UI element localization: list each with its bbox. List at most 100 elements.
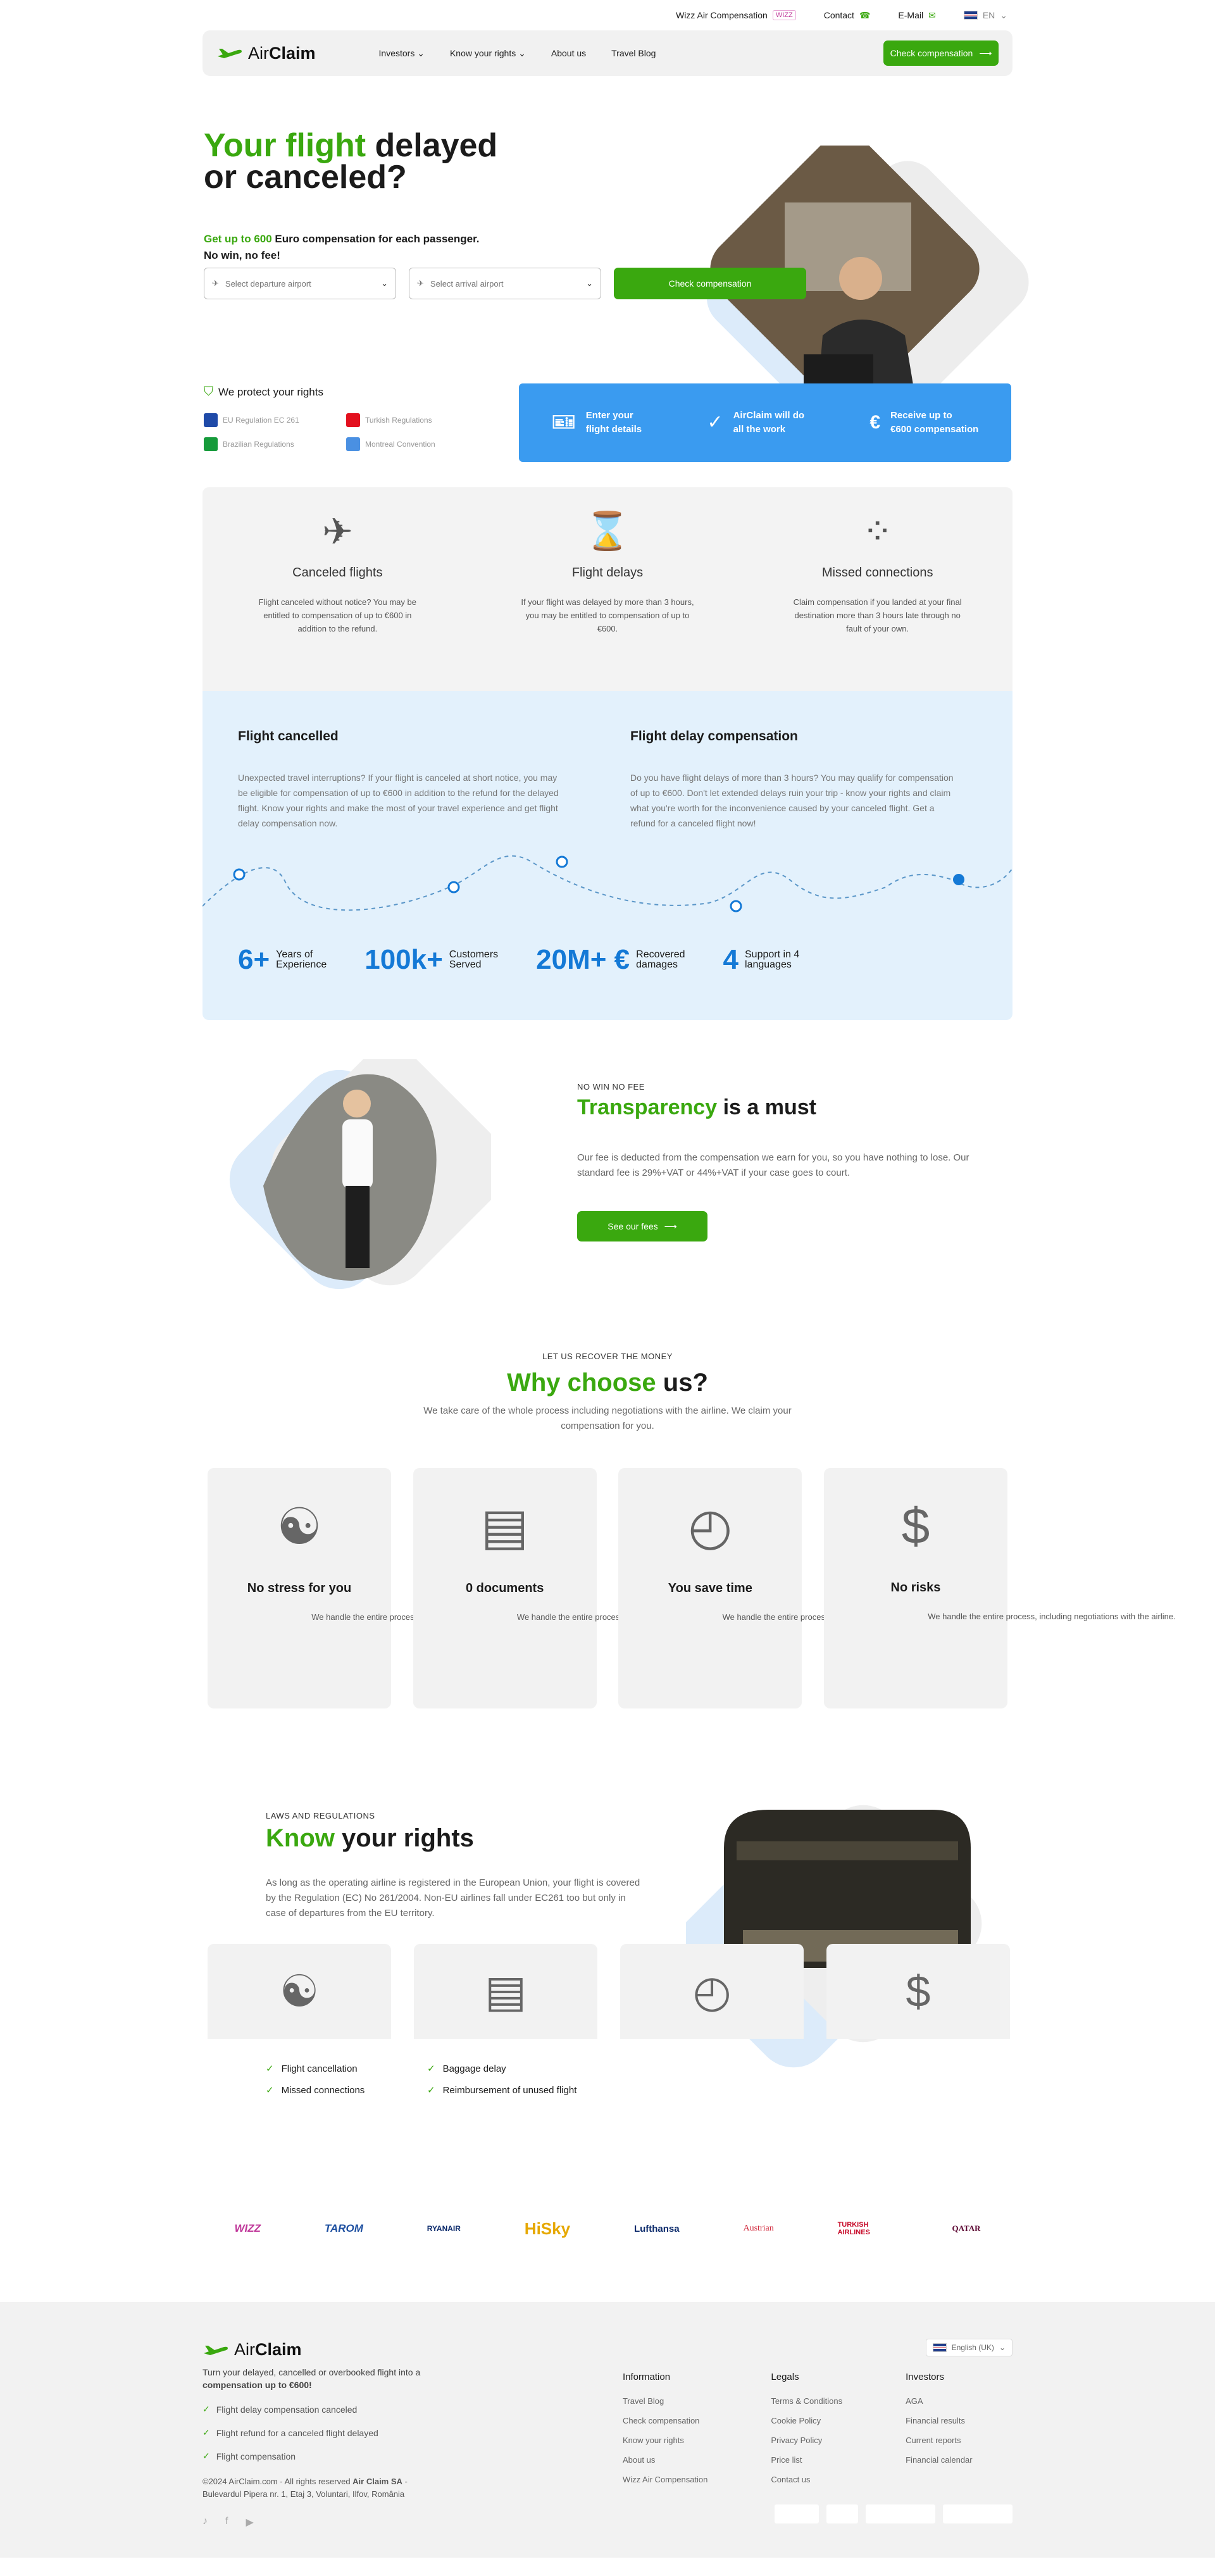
case-text: If your flight was delayed by more than … bbox=[521, 597, 694, 633]
footer-check: ✓ Flight delay compensation canceled bbox=[202, 2404, 443, 2415]
case-canceled: ✈ Canceled flights Flight canceled without… bbox=[249, 510, 426, 691]
flight-path-decoration bbox=[202, 855, 1012, 912]
footer-check: ✓ Flight refund for a canceled flight del… bbox=[202, 2427, 443, 2438]
footer-logo[interactable]: Air Claim bbox=[202, 2340, 443, 2360]
case-text: Claim compensation if you landed at your… bbox=[793, 597, 962, 633]
footer-link[interactable]: AGA bbox=[906, 2396, 973, 2406]
check-circle-icon: ✓ bbox=[427, 2063, 435, 2074]
uk-flag-icon bbox=[932, 2343, 947, 2352]
stat-label2: Experience bbox=[276, 959, 327, 970]
stat-value: 100k+ bbox=[364, 944, 443, 975]
euro-bills-icon: € bbox=[869, 412, 881, 433]
laws-title-green: Know bbox=[266, 1824, 335, 1852]
uk-flag-icon bbox=[963, 11, 978, 20]
steps-banner: 🎫︎ Enter your flight details ✓ AirClaim wil… bbox=[519, 383, 1011, 462]
nav-travel-blog[interactable]: Travel Blog bbox=[611, 48, 656, 59]
documents-icon: ▤ bbox=[414, 1944, 597, 2039]
footer-link[interactable]: Financial results bbox=[906, 2416, 973, 2425]
reg-brazil[interactable]: Brazilian Regulations bbox=[204, 437, 346, 451]
footer-link[interactable]: Terms & Conditions bbox=[771, 2396, 842, 2406]
youtube-icon[interactable]: ▶ bbox=[246, 2516, 253, 2529]
case-title: Canceled flights bbox=[292, 566, 383, 580]
nav-about-us[interactable]: About us bbox=[551, 48, 586, 59]
card-title: No stress for you bbox=[247, 1581, 352, 1595]
step3-line1: Receive up to bbox=[890, 410, 952, 421]
card-title: 0 documents bbox=[465, 1581, 544, 1595]
facebook-icon[interactable]: f bbox=[225, 2516, 228, 2529]
footer-link[interactable]: Financial calendar bbox=[906, 2455, 973, 2465]
check-circle-icon: ✓ bbox=[266, 2063, 274, 2074]
footer-link[interactable]: Travel Blog bbox=[623, 2396, 707, 2406]
step-3: € Receive up to €600 compensation bbox=[869, 409, 978, 437]
logo[interactable]: Air Claim bbox=[216, 44, 316, 63]
reg-eu[interactable]: EU Regulation EC 261 bbox=[204, 413, 346, 427]
nav-check-compensation-button[interactable]: Check compensation ⟶ bbox=[883, 40, 999, 66]
footer-link[interactable]: Know your rights bbox=[623, 2436, 707, 2445]
dollar-warning-icon: $ bbox=[826, 1944, 1010, 2039]
case-delays: ⌛ Flight delays If your flight was delayed… bbox=[519, 510, 696, 691]
contact-link[interactable]: Contact ☎ bbox=[824, 10, 871, 21]
nav-investors[interactable]: Investors ⌄ bbox=[379, 48, 425, 59]
nav-investors-label: Investors bbox=[378, 47, 415, 58]
woman-traveler-image bbox=[229, 1059, 491, 1290]
stat-value: 6+ bbox=[238, 944, 270, 975]
contact-label: Contact bbox=[823, 10, 854, 20]
ryanair-logo[interactable]: RYANAIR bbox=[427, 2224, 461, 2233]
footer-link[interactable]: About us bbox=[623, 2455, 707, 2465]
logo-air-text: Air bbox=[234, 2340, 255, 2359]
reg-eu-label: EU Regulation EC 261 bbox=[223, 416, 299, 425]
card-title: No risks bbox=[890, 1581, 941, 1595]
email-link[interactable]: E-Mail ✉ bbox=[898, 10, 935, 21]
check-circle-icon: ✓ bbox=[707, 412, 723, 433]
footer-link[interactable]: Price list bbox=[771, 2455, 842, 2465]
footer-link[interactable]: Wizz Air Compensation bbox=[623, 2475, 707, 2484]
stat-label2: Served bbox=[449, 959, 482, 970]
tarom-logo[interactable]: TAROM bbox=[325, 2222, 363, 2235]
cancelled-text: Unexpected travel interruptions? If your… bbox=[238, 773, 559, 828]
language-select[interactable]: EN ⌄ bbox=[963, 10, 1007, 21]
footer-link[interactable]: Privacy Policy bbox=[771, 2436, 842, 2445]
why-title: Why choose us? bbox=[202, 1369, 1012, 1397]
lufthansa-logo[interactable]: Lufthansa bbox=[634, 2224, 680, 2234]
departure-placeholder: Select departure airport bbox=[225, 278, 311, 289]
ticket-icon: 🎫︎ bbox=[551, 412, 576, 433]
nav-know-your-rights[interactable]: Know your rights ⌄ bbox=[450, 48, 526, 59]
reg-turkey[interactable]: Turkish Regulations bbox=[346, 413, 470, 427]
documents-icon: ▤ bbox=[480, 1498, 529, 1555]
check-label: Flight cancellation bbox=[281, 2063, 358, 2074]
footer-link[interactable]: Contact us bbox=[771, 2475, 842, 2484]
footer-language-select[interactable]: English (UK) ⌄ bbox=[925, 2339, 1012, 2356]
check-icon: ✓ bbox=[202, 2451, 210, 2461]
departure-airport-select[interactable]: ✈ Select departure airport ⌄ bbox=[204, 268, 396, 299]
see-fees-button[interactable]: See our fees ⟶ bbox=[577, 1211, 707, 1241]
footer-link[interactable]: Current reports bbox=[906, 2436, 973, 2445]
arrival-airport-select[interactable]: ✈ Select arrival airport ⌄ bbox=[409, 268, 601, 299]
reg-montreal[interactable]: Montreal Convention bbox=[346, 437, 470, 451]
arrival-placeholder: Select arrival airport bbox=[430, 278, 504, 289]
main-nav: Air Claim Investors ⌄ Know your rights ⌄ … bbox=[202, 30, 1012, 76]
stat-customers: 100k+ Customers Served bbox=[364, 944, 498, 976]
step1-line1: Enter your bbox=[585, 410, 633, 421]
laws-paragraph: As long as the operating airline is regi… bbox=[266, 1877, 640, 1919]
wizz-compensation-link[interactable]: Wizz Air Compensation WIZZ bbox=[676, 10, 796, 20]
wizz-logo[interactable]: WIZZ bbox=[234, 2222, 261, 2235]
transparency-section: NO WIN NO FEE Transparency is a must Our… bbox=[202, 1059, 1012, 1325]
austrian-logo[interactable]: Austrian bbox=[743, 2224, 773, 2234]
shield-check-icon: ⛉ bbox=[204, 385, 213, 399]
stat-label2: damages bbox=[636, 959, 678, 970]
email-label: E-Mail bbox=[898, 10, 924, 20]
why-overline: LET US RECOVER THE MONEY bbox=[542, 1352, 673, 1361]
footer-link[interactable]: Check compensation bbox=[623, 2416, 707, 2425]
transparency-text: NO WIN NO FEE Transparency is a must Our… bbox=[577, 1082, 988, 1241]
qatar-logo[interactable]: QATAR bbox=[952, 2224, 980, 2234]
hisky-logo[interactable]: HiSky bbox=[525, 2219, 570, 2239]
tiktok-icon[interactable]: ♪ bbox=[202, 2516, 208, 2529]
case-title: Missed connections bbox=[821, 566, 933, 580]
arrow-right-icon: ⟶ bbox=[979, 47, 992, 58]
card-text: We handle the entire process, including … bbox=[928, 1612, 1176, 1621]
stat-label1: Years of bbox=[276, 949, 313, 960]
hero-check-compensation-button[interactable]: Check compensation bbox=[614, 268, 806, 299]
footer-link[interactable]: Cookie Policy bbox=[771, 2416, 842, 2425]
turkish-airlines-logo[interactable]: TURKISH AIRLINES bbox=[838, 2221, 888, 2236]
step2-line2: all the work bbox=[733, 424, 786, 435]
